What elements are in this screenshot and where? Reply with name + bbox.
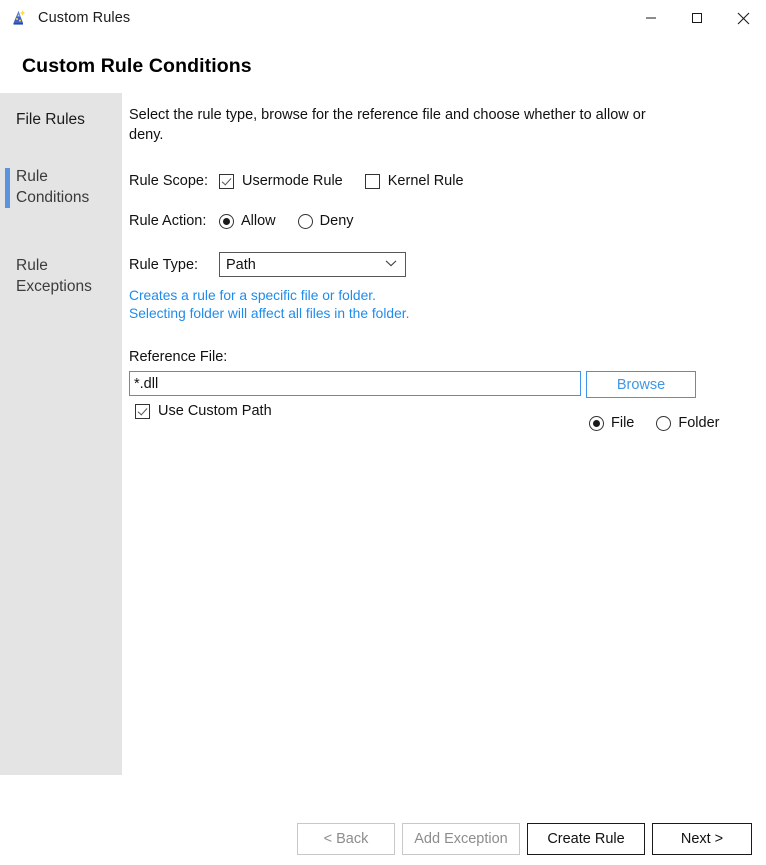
sidebar-item-label: Rule Exceptions <box>16 257 92 295</box>
use-custom-path-row: Use Custom Path <box>135 403 294 419</box>
rule-type-hint-line2: Selecting folder will affect all files i… <box>129 305 409 323</box>
folder-label: Folder <box>678 415 719 431</box>
footer-button-bar: < Back Add Exception Create Rule Next > <box>0 823 766 855</box>
rule-type-value: Path <box>226 257 256 273</box>
rule-type-select[interactable]: Path <box>219 252 406 277</box>
chevron-down-icon <box>385 255 397 271</box>
sidebar-item-file-rules[interactable]: File Rules <box>0 109 122 130</box>
file-label: File <box>611 415 634 431</box>
usermode-rule-checkbox[interactable] <box>219 174 234 189</box>
file-folder-row: File Folder <box>589 415 741 431</box>
sidebar-item-label: Rule Conditions <box>16 168 89 206</box>
use-custom-path-checkbox[interactable] <box>135 404 150 419</box>
sidebar-item-rule-exceptions[interactable]: Rule Exceptions <box>0 255 122 297</box>
add-exception-button[interactable]: Add Exception <box>402 823 520 855</box>
deny-radio[interactable] <box>298 214 313 229</box>
rule-type-hint: Creates a rule for a specific file or fo… <box>129 287 409 323</box>
usermode-rule-label: Usermode Rule <box>242 173 343 189</box>
window-controls <box>628 0 766 36</box>
title-bar: Custom Rules <box>0 0 766 36</box>
reference-file-label: Reference File: <box>129 349 227 365</box>
use-custom-path-label: Use Custom Path <box>158 403 272 419</box>
active-indicator-bar <box>5 168 10 208</box>
allow-radio[interactable] <box>219 214 234 229</box>
browse-button[interactable]: Browse <box>586 371 696 398</box>
create-rule-button[interactable]: Create Rule <box>527 823 645 855</box>
back-button[interactable]: < Back <box>297 823 395 855</box>
rule-action-label: Rule Action: <box>129 213 219 229</box>
window-title: Custom Rules <box>38 10 130 26</box>
intro-text: Select the rule type, browse for the ref… <box>129 105 649 145</box>
kernel-rule-checkbox[interactable] <box>365 174 380 189</box>
rule-type-label: Rule Type: <box>129 257 219 273</box>
file-radio[interactable] <box>589 416 604 431</box>
minimize-button[interactable] <box>628 0 674 36</box>
sidebar: File Rules Rule Conditions Rule Exceptio… <box>0 93 122 775</box>
next-button[interactable]: Next > <box>652 823 752 855</box>
sidebar-item-label: File Rules <box>16 111 85 128</box>
page-title: Custom Rule Conditions <box>22 55 252 78</box>
allow-label: Allow <box>241 213 276 229</box>
main-content: Select the rule type, browse for the ref… <box>129 105 749 145</box>
rule-scope-row: Rule Scope: Usermode Rule Kernel Rule <box>129 173 486 189</box>
deny-label: Deny <box>320 213 354 229</box>
reference-file-input[interactable] <box>129 371 581 396</box>
rule-type-hint-line1: Creates a rule for a specific file or fo… <box>129 287 409 305</box>
sidebar-item-rule-conditions[interactable]: Rule Conditions <box>0 166 122 208</box>
maximize-button[interactable] <box>674 0 720 36</box>
rule-type-row: Rule Type: Path <box>129 252 406 277</box>
wizard-hat-icon <box>10 9 28 27</box>
folder-radio[interactable] <box>656 416 671 431</box>
kernel-rule-label: Kernel Rule <box>388 173 464 189</box>
rule-action-row: Rule Action: Allow Deny <box>129 213 376 229</box>
rule-scope-label: Rule Scope: <box>129 173 219 189</box>
close-button[interactable] <box>720 0 766 36</box>
